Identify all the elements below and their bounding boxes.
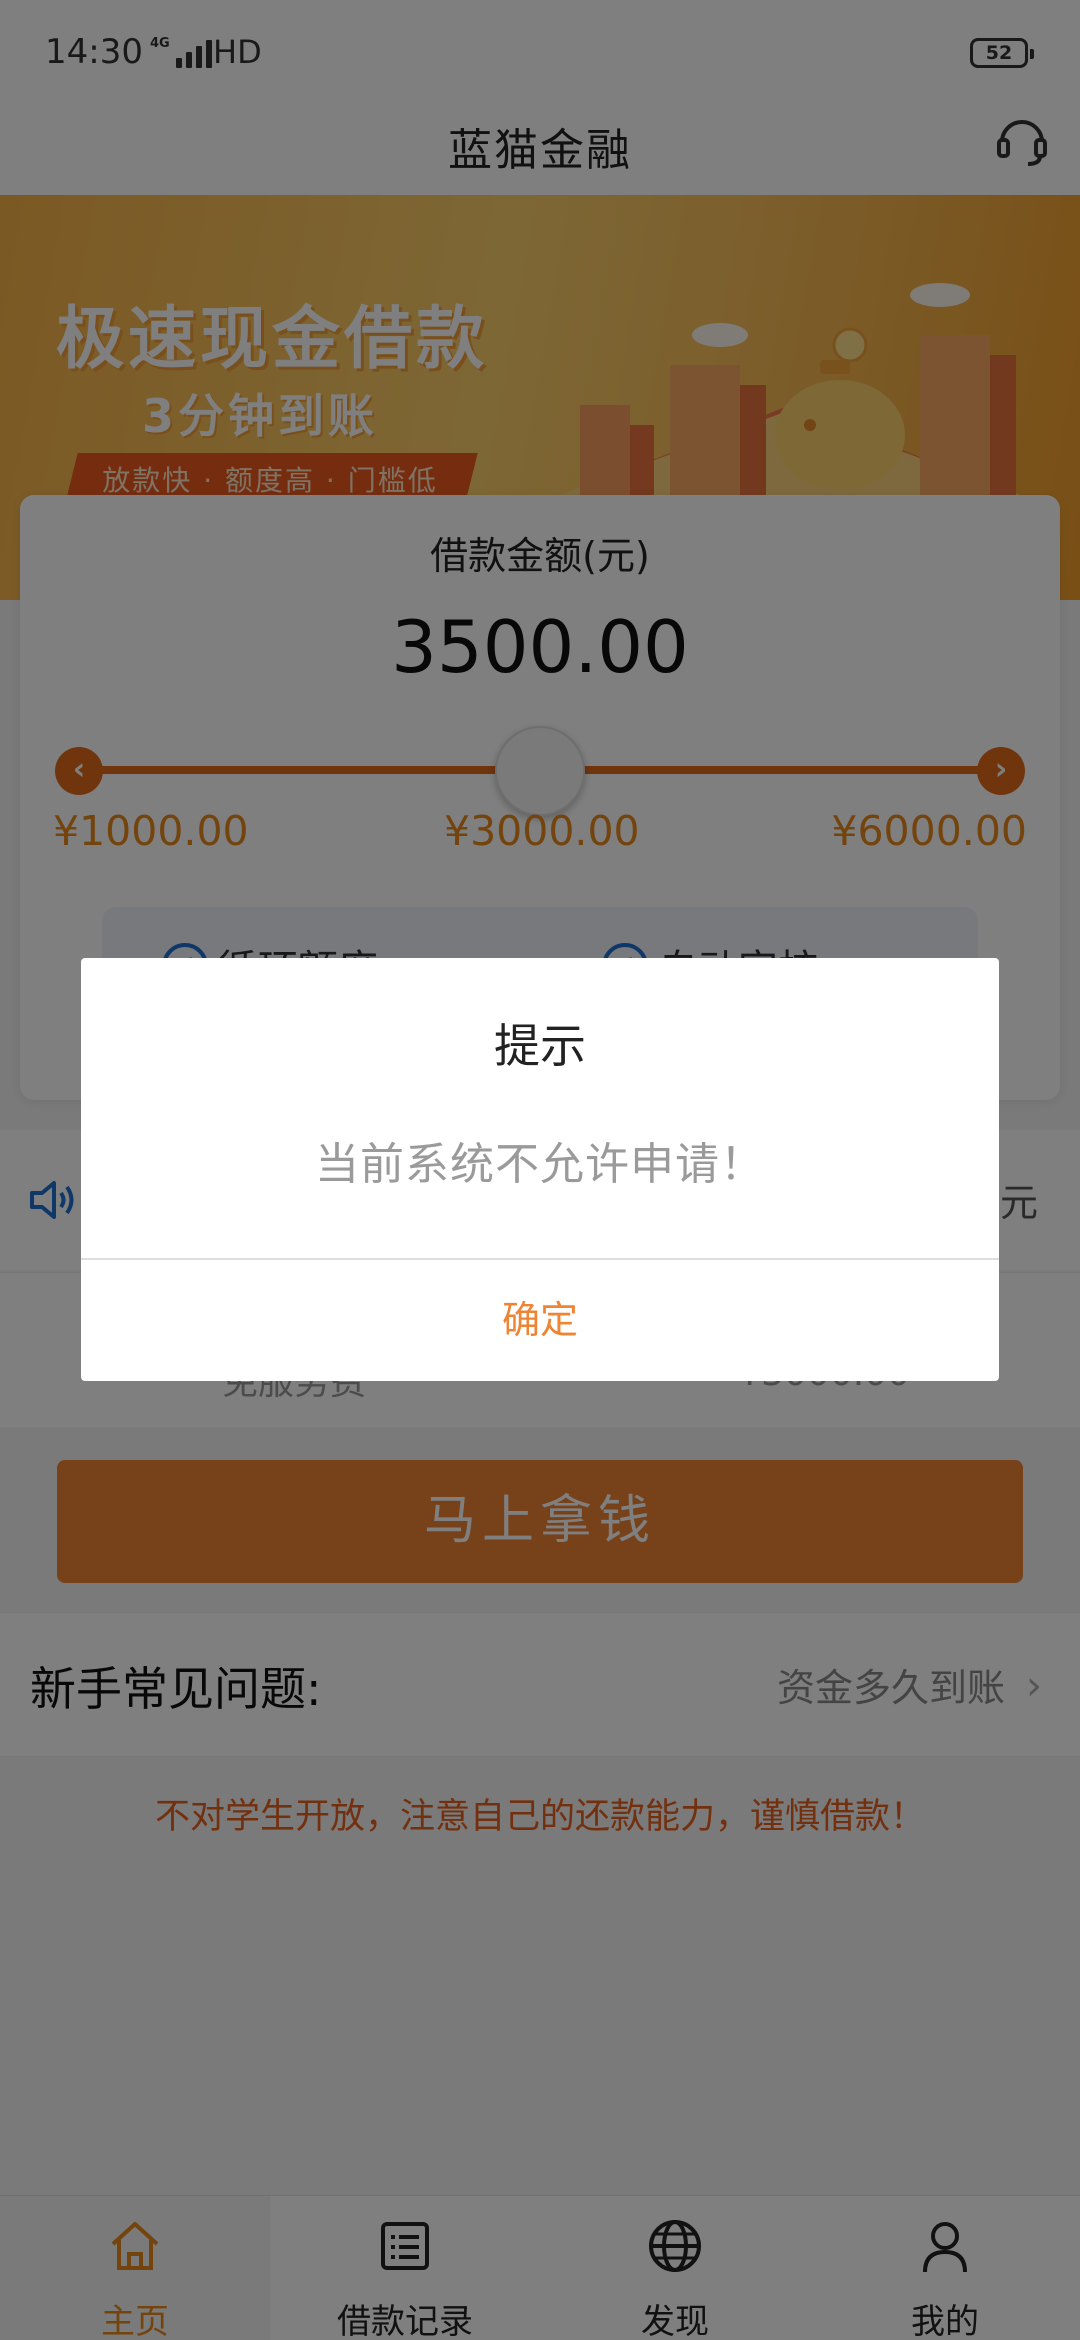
confirm-button[interactable]: 确定 xyxy=(81,1260,999,1381)
dialog-message: 当前系统不允许申请！ xyxy=(315,1139,765,1190)
alert-dialog: 提示 当前系统不允许申请！ 确定 xyxy=(81,958,999,1381)
dialog-title: 提示 xyxy=(494,1019,586,1073)
